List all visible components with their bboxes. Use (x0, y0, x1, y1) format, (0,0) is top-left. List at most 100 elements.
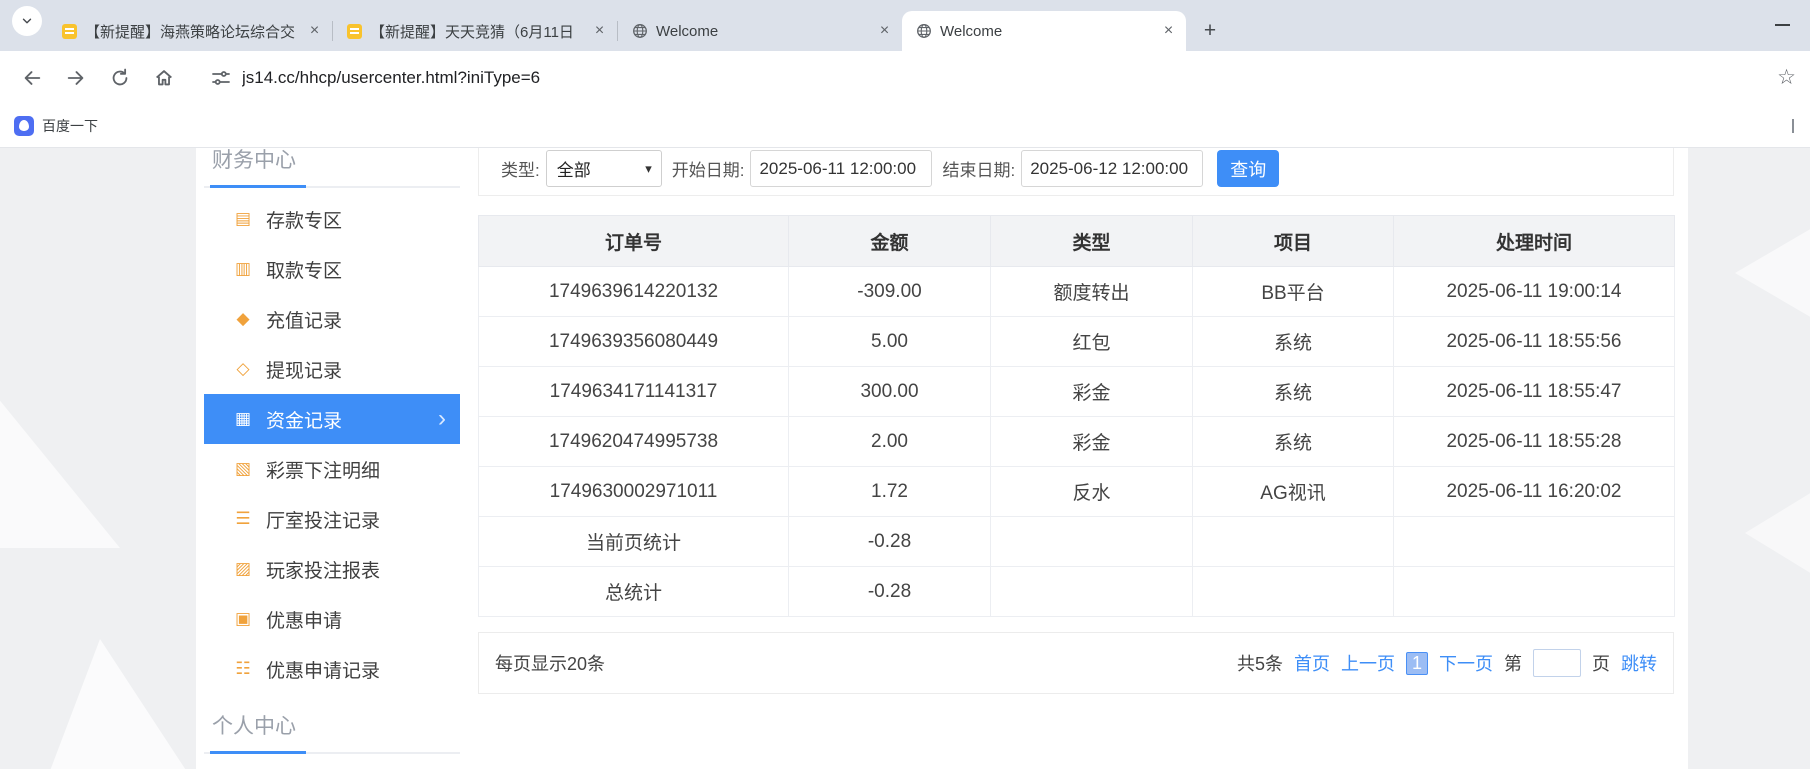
table-row: 1749639614220132-309.00额度转出BB平台2025-06-1… (479, 267, 1675, 317)
bookmark-star-icon[interactable]: ☆ (1777, 65, 1796, 90)
sidebar-item-label: 厅室投注记录 (266, 506, 380, 533)
home-button[interactable] (146, 60, 182, 96)
prev-page-link[interactable]: 上一页 (1341, 650, 1395, 676)
back-icon (21, 67, 43, 89)
tab-close-icon[interactable]: × (1159, 22, 1178, 41)
lottery-bet-icon: ▧ (230, 459, 256, 479)
tab-title: 【新提醒】海燕策略论坛综合交 (85, 21, 297, 42)
tab-separator (617, 21, 618, 41)
table-cell: 1749620474995738 (479, 417, 789, 467)
current-page-indicator[interactable]: 1 (1406, 652, 1428, 675)
jump-prefix-label: 第 (1504, 650, 1522, 676)
sidebar-item-label: 取款专区 (266, 256, 342, 283)
page-jump-input[interactable] (1533, 649, 1581, 677)
table-row: 当前页统计-0.28 (479, 517, 1675, 567)
table-cell: 1.72 (789, 467, 991, 517)
globe-favicon (632, 23, 648, 39)
sidebar-item-label: 存款专区 (266, 206, 342, 233)
table-cell (1193, 517, 1394, 567)
tab-close-icon[interactable]: × (590, 22, 609, 41)
table-row: 17496204749957382.00彩金系统2025-06-11 18:55… (479, 417, 1675, 467)
table-cell: 系统 (1193, 417, 1394, 467)
first-page-link[interactable]: 首页 (1294, 650, 1330, 676)
tab-welcome-1[interactable]: Welcome × (618, 11, 902, 51)
sidebar-item-lottery-bet-details[interactable]: ▧ 彩票下注明细 (204, 444, 460, 494)
hall-bet-icon: ☰ (230, 509, 256, 529)
table-cell: 彩金 (991, 417, 1193, 467)
reload-button[interactable] (102, 60, 138, 96)
sidebar-item-player-bet-report[interactable]: ▨玩家投注报表 (204, 544, 460, 594)
sidebar-item-promo-application[interactable]: ▣优惠申请 (204, 594, 460, 644)
table-cell: 当前页统计 (479, 517, 789, 567)
baidu-favicon (14, 116, 34, 136)
table-cell: BB平台 (1193, 267, 1394, 317)
url-text[interactable]: js14.cc/hhcp/usercenter.html?iniType=6 (242, 68, 1767, 88)
tab-tiantian-jingcai[interactable]: 【新提醒】天天竞猜（6月11日× (333, 11, 617, 51)
site-info-button[interactable] (206, 63, 236, 93)
table-row: 17496393560804495.00红包系统2025-06-11 18:55… (479, 317, 1675, 367)
table-cell (1193, 567, 1394, 617)
sidebar-item-promo-records[interactable]: ☷优惠申请记录 (204, 644, 460, 694)
type-select-value: 全部 (557, 156, 591, 181)
home-icon (153, 67, 175, 89)
bookmark-baidu[interactable]: 百度一下 (14, 116, 98, 136)
table-cell (1394, 517, 1675, 567)
sidebar-item-funds-records[interactable]: ▦资金记录› (204, 394, 460, 444)
sidebar-item-label: 彩票下注明细 (266, 456, 380, 483)
table-cell: 300.00 (789, 367, 991, 417)
new-tab-button[interactable]: + (1196, 17, 1224, 45)
table-cell: 1749639614220132 (479, 267, 789, 317)
column-header: 处理时间 (1394, 216, 1675, 267)
table-cell: -309.00 (789, 267, 991, 317)
query-button[interactable]: 查询 (1217, 150, 1279, 187)
tab-close-icon[interactable]: × (875, 22, 894, 41)
total-count-text: 共5条 (1237, 650, 1283, 676)
funds-table: 订单号金额类型项目处理时间1749639614220132-309.00额度转出… (478, 215, 1675, 617)
minimize-button[interactable] (1775, 24, 1790, 26)
jump-link[interactable]: 跳转 (1621, 650, 1657, 676)
back-button[interactable] (14, 60, 50, 96)
funds-records-icon: ▦ (230, 409, 256, 429)
forward-button[interactable] (58, 60, 94, 96)
table-cell: 系统 (1193, 367, 1394, 417)
column-header: 类型 (991, 216, 1193, 267)
start-date-label: 开始日期: (672, 156, 745, 181)
page-size-text: 每页显示20条 (495, 650, 605, 676)
page-favicon (62, 24, 77, 39)
bg-triangle (0, 333, 120, 548)
table-header-row: 订单号金额类型项目处理时间 (479, 216, 1675, 267)
sidebar-section-personal: 个人中心 (204, 700, 460, 754)
next-page-link[interactable]: 下一页 (1439, 650, 1493, 676)
tab-haiyan-forum[interactable]: 【新提醒】海燕策略论坛综合交 × (48, 11, 332, 51)
player-report-icon: ▨ (230, 559, 256, 579)
sidebar-section-finance: 财务中心 (204, 148, 460, 188)
chevron-down-icon (20, 14, 34, 28)
tab-close-icon[interactable]: × (305, 22, 324, 41)
tab-welcome-2[interactable]: Welcome × (902, 11, 1186, 51)
table-cell: 彩金 (991, 367, 1193, 417)
page-viewport: 财务中心 ▤存款专区▥取款专区◆充值记录◇提现记录▦资金记录› ▧ 彩票下注明细 ☰ 厅… (0, 148, 1810, 769)
tab-search-button[interactable] (12, 6, 42, 36)
start-date-input[interactable] (750, 150, 932, 187)
column-header: 项目 (1193, 216, 1394, 267)
pagination-bar: 每页显示20条 共5条 首页 上一页 1 下一页 第 页 跳转 (478, 632, 1674, 694)
tab-title: Welcome (940, 23, 1151, 40)
navigation-bar: js14.cc/hhcp/usercenter.html?iniType=6 ☆ (0, 51, 1810, 104)
tab-title: Welcome (656, 23, 867, 40)
sidebar-item-deposit-zone[interactable]: ▤存款专区 (204, 194, 460, 244)
caret-down-icon: ▾ (645, 161, 652, 177)
sidebar-item-recharge-records[interactable]: ◆充值记录 (204, 294, 460, 344)
globe-favicon (916, 23, 932, 39)
end-date-input[interactable] (1021, 150, 1203, 187)
sidebar-item-withdrawal-records[interactable]: ◇提现记录 (204, 344, 460, 394)
sidebar-item-withdraw-zone[interactable]: ▥取款专区 (204, 244, 460, 294)
table-row: 1749634171141317300.00彩金系统2025-06-11 18:… (479, 367, 1675, 417)
table-cell: 2025-06-11 19:00:14 (1394, 267, 1675, 317)
promo-records-icon: ☷ (230, 659, 256, 679)
table-cell: 反水 (991, 467, 1193, 517)
sidebar-item-hall-bet-records[interactable]: ☰ 厅室投注记录 (204, 494, 460, 544)
table-cell: 系统 (1193, 317, 1394, 367)
bg-triangle (1745, 478, 1810, 588)
type-select[interactable]: 全部 ▾ (546, 150, 662, 187)
bg-triangle (1735, 203, 1810, 343)
